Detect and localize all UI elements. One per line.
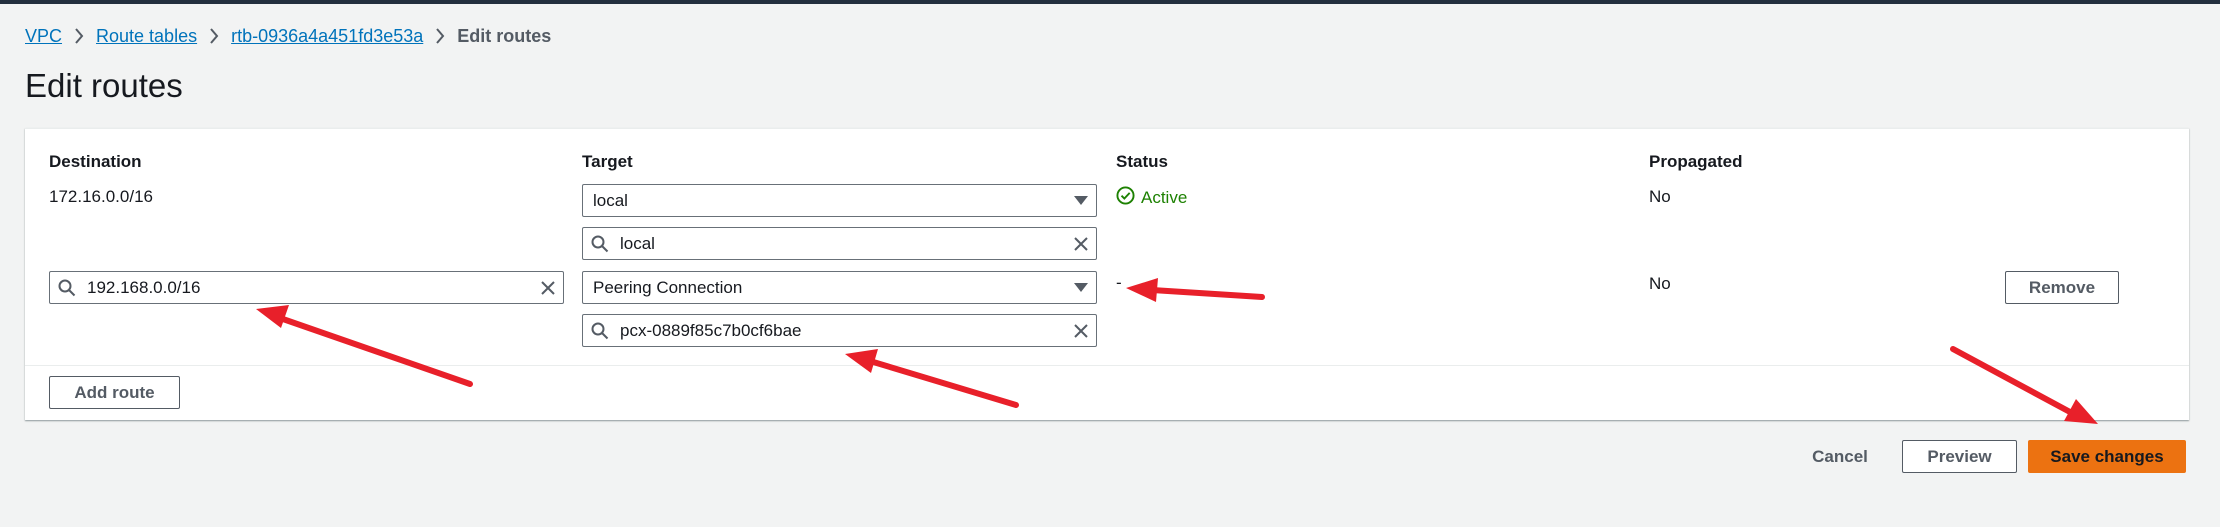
add-route-button[interactable]: Add route	[49, 376, 180, 409]
target-search-value: pcx-0889f85c7b0cf6bae	[620, 320, 802, 340]
target-type-value: local	[593, 190, 628, 210]
status-text: -	[1116, 273, 1122, 292]
caret-down-icon	[1066, 272, 1096, 303]
destination-input-value: 192.168.0.0/16	[87, 277, 201, 297]
top-navigation-bar	[0, 0, 2220, 4]
page-title: Edit routes	[25, 67, 183, 104]
breadcrumb: VPC Route tables rtb-0936a4a451fd3e53a E…	[25, 25, 551, 47]
clear-icon[interactable]	[533, 272, 563, 303]
panel-footer: Add route	[25, 365, 2189, 421]
column-header-destination: Destination	[49, 152, 142, 171]
destination-input[interactable]: 192.168.0.0/16	[49, 271, 564, 304]
status-text: Active	[1141, 188, 1188, 207]
remove-button[interactable]: Remove	[2005, 271, 2119, 304]
check-circle-icon	[1116, 186, 1135, 210]
search-icon	[50, 272, 76, 303]
target-search-input[interactable]: pcx-0889f85c7b0cf6bae	[582, 314, 1097, 347]
propagated-text: No	[1649, 274, 1671, 293]
target-type-select[interactable]: local	[582, 184, 1097, 217]
route-destination-text: 172.16.0.0/16	[49, 187, 153, 206]
search-icon	[583, 315, 609, 346]
caret-down-icon	[1066, 185, 1096, 216]
breadcrumb-route-tables[interactable]: Route tables	[96, 26, 197, 47]
preview-button[interactable]: Preview	[1902, 440, 2017, 473]
chevron-right-icon	[62, 28, 96, 44]
target-type-select[interactable]: Peering Connection	[582, 271, 1097, 304]
save-changes-button[interactable]: Save changes	[2028, 440, 2186, 473]
chevron-right-icon	[197, 28, 231, 44]
breadcrumb-vpc[interactable]: VPC	[25, 26, 62, 47]
breadcrumb-current: Edit routes	[457, 25, 552, 46]
search-icon	[583, 228, 609, 259]
column-header-status: Status	[1116, 152, 1168, 171]
column-header-propagated: Propagated	[1649, 152, 1743, 171]
target-search-input[interactable]: local	[582, 227, 1097, 260]
column-header-target: Target	[582, 152, 633, 171]
routes-panel: Destination Target Status Propagated 172…	[25, 128, 2189, 420]
clear-icon[interactable]	[1066, 228, 1096, 259]
chevron-right-icon	[423, 28, 457, 44]
breadcrumb-route-table-id[interactable]: rtb-0936a4a451fd3e53a	[231, 26, 423, 47]
target-search-value: local	[620, 233, 655, 253]
clear-icon[interactable]	[1066, 315, 1096, 346]
target-type-value: Peering Connection	[593, 277, 743, 297]
status-badge: Active	[1116, 186, 1187, 210]
propagated-text: No	[1649, 187, 1671, 206]
cancel-button[interactable]: Cancel	[1792, 440, 1888, 473]
